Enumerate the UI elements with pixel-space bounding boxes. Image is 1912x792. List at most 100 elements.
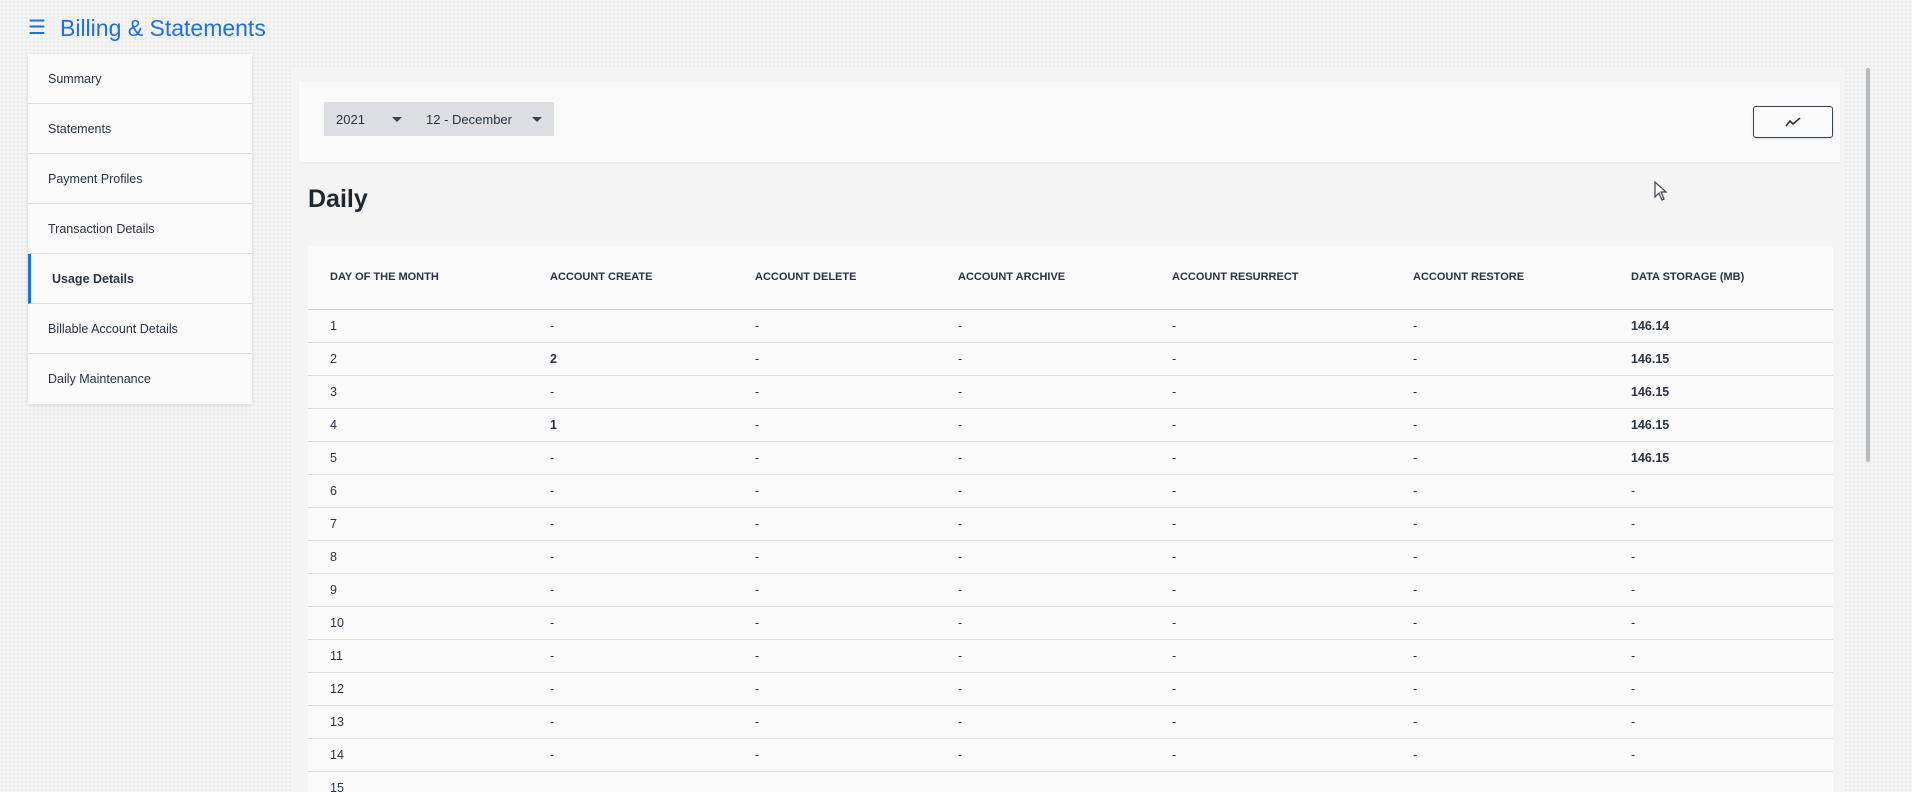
table-cell: -	[1391, 540, 1609, 574]
table-row: 14 - - - - - -	[308, 738, 1833, 772]
table-row: 6 - - - - - -	[308, 474, 1833, 508]
table-cell: -	[1391, 573, 1609, 607]
table-cell: -	[1391, 606, 1609, 640]
table-cell: -	[1150, 639, 1391, 673]
table-cell: -	[1150, 507, 1391, 541]
table-cell: -	[528, 573, 733, 607]
table-cell	[1609, 771, 1833, 792]
table-cell	[1391, 771, 1609, 792]
table-cell: -	[936, 738, 1150, 772]
year-select-value: 2021	[336, 111, 365, 127]
table-cell: -	[528, 507, 733, 541]
table-cell: -	[936, 639, 1150, 673]
table-cell: -	[1150, 606, 1391, 640]
table-cell: 14	[308, 738, 528, 772]
table-cell: -	[936, 375, 1150, 409]
table-cell: -	[528, 540, 733, 574]
table-cell: -	[1391, 738, 1609, 772]
table-cell: -	[1391, 672, 1609, 706]
table-row: 11 - - - - - -	[308, 639, 1833, 673]
table-cell: -	[528, 474, 733, 508]
table-cell: -	[1391, 474, 1609, 508]
table-row: 15	[308, 771, 1833, 792]
year-select[interactable]: 2021	[324, 102, 414, 136]
table-row: 3 - - - - - 146.15	[308, 375, 1833, 409]
table-cell: -	[733, 738, 936, 772]
table-cell: -	[528, 705, 733, 739]
filter-panel: 2021 12 - December	[299, 82, 1840, 162]
table-cell: -	[1150, 672, 1391, 706]
sidebar-item-billable-account-details[interactable]: Billable Account Details	[28, 304, 252, 354]
column-header: ACCOUNT RESURRECT	[1150, 246, 1391, 310]
sidebar-item-transaction-details[interactable]: Transaction Details	[28, 204, 252, 254]
month-select[interactable]: 12 - December	[414, 102, 554, 136]
scrollbar-thumb[interactable]	[1866, 68, 1870, 462]
table-cell: -	[528, 441, 733, 475]
caret-down-icon	[392, 116, 402, 122]
chart-view-button[interactable]	[1753, 106, 1833, 138]
table-cell: -	[1150, 540, 1391, 574]
table-cell: -	[1391, 639, 1609, 673]
table-cell: 146.14	[1609, 309, 1833, 343]
table-cell: -	[1391, 342, 1609, 376]
table-cell: -	[733, 540, 936, 574]
table-cell: -	[528, 606, 733, 640]
table-cell: -	[528, 738, 733, 772]
sidebar-item-summary[interactable]: Summary	[28, 54, 252, 104]
table-cell: -	[1391, 408, 1609, 442]
table-cell: 4	[308, 408, 528, 442]
table-row: 5 - - - - - 146.15	[308, 441, 1833, 475]
hamburger-menu-icon[interactable]: ☰	[28, 18, 50, 38]
table-cell: -	[733, 672, 936, 706]
column-header: DAY OF THE MONTH	[308, 246, 528, 310]
table-cell: -	[936, 672, 1150, 706]
table-cell: -	[1609, 672, 1833, 706]
table-cell: -	[936, 705, 1150, 739]
column-header: ACCOUNT CREATE	[528, 246, 733, 310]
daily-usage-table: DAY OF THE MONTH ACCOUNT CREATE ACCOUNT …	[308, 246, 1833, 792]
table-cell: -	[733, 408, 936, 442]
table-cell: -	[936, 441, 1150, 475]
table-cell: -	[936, 474, 1150, 508]
table-cell: -	[528, 672, 733, 706]
table-cell: 12	[308, 672, 528, 706]
table-cell	[936, 771, 1150, 792]
table-cell: -	[936, 606, 1150, 640]
table-cell: -	[1391, 705, 1609, 739]
table-cell: 8	[308, 540, 528, 574]
table-row: 10 - - - - - -	[308, 606, 1833, 640]
table-cell: -	[1150, 441, 1391, 475]
table-cell: -	[528, 375, 733, 409]
table-row: 7 - - - - - -	[308, 507, 1833, 541]
sidebar-item-payment-profiles[interactable]: Payment Profiles	[28, 154, 252, 204]
sidebar-item-usage-details[interactable]: Usage Details	[28, 254, 252, 304]
table-cell: 146.15	[1609, 375, 1833, 409]
table-cell: 1	[308, 309, 528, 343]
sidebar-item-daily-maintenance[interactable]: Daily Maintenance	[28, 354, 252, 404]
table-cell: -	[1609, 540, 1833, 574]
table-cell: -	[1150, 342, 1391, 376]
table-row: 1 - - - - - 146.14	[308, 309, 1833, 343]
table-cell: 146.15	[1609, 342, 1833, 376]
column-header: ACCOUNT DELETE	[733, 246, 936, 310]
mouse-pointer-icon	[1654, 181, 1668, 201]
sidebar-nav: Summary Statements Payment Profiles Tran…	[28, 54, 252, 404]
table-cell: -	[733, 639, 936, 673]
table-cell: 146.15	[1609, 441, 1833, 475]
table-header-row: DAY OF THE MONTH ACCOUNT CREATE ACCOUNT …	[308, 246, 1833, 310]
table-cell: -	[1609, 573, 1833, 607]
table-cell: -	[733, 474, 936, 508]
table-cell: -	[1609, 705, 1833, 739]
column-header: ACCOUNT ARCHIVE	[936, 246, 1150, 310]
sidebar-item-statements[interactable]: Statements	[28, 104, 252, 154]
table-cell: -	[528, 309, 733, 343]
month-select-value: 12 - December	[426, 111, 512, 127]
table-cell: -	[733, 606, 936, 640]
table-cell: 5	[308, 441, 528, 475]
table-cell: -	[528, 639, 733, 673]
table-row: 9 - - - - - -	[308, 573, 1833, 607]
table-cell: 7	[308, 507, 528, 541]
table-cell: -	[1391, 309, 1609, 343]
table-cell: -	[936, 408, 1150, 442]
table-cell: -	[1609, 639, 1833, 673]
